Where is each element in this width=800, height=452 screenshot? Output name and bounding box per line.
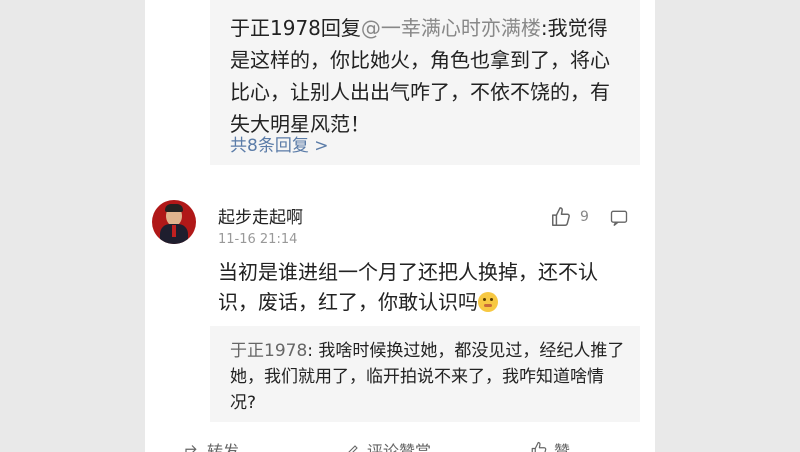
like-button[interactable]: 9 <box>550 206 589 228</box>
comment-panel: 于正1978回复@一幸满心时亦满楼:我觉得是这样的，你比她火，角色也拿到了，将心… <box>145 0 655 452</box>
comment-username[interactable]: 起步走起啊 <box>218 203 303 228</box>
thumbs-up-icon <box>531 441 547 452</box>
forward-button[interactable]: 转发 <box>183 438 239 452</box>
avatar[interactable] <box>152 200 196 244</box>
reply-author[interactable]: 于正1978 <box>230 341 307 361</box>
like-action-button[interactable]: 赞 <box>530 438 570 452</box>
quoted-reply-text: 于正1978回复@一幸满心时亦满楼:我觉得是这样的，你比她火，角色也拿到了，将心… <box>230 12 625 140</box>
comment-body: 当初是谁进组一个月了还把人换掉，还不认识，废话，红了，你敢认识吗 <box>218 257 628 317</box>
more-replies-link[interactable]: 共8条回复 > <box>230 131 328 156</box>
reply-box[interactable]: 于正1978: 我啥时候换过她，都没见过，经纪人推了她，我们就用了，临开拍说不来… <box>210 326 640 422</box>
quoted-reply-box[interactable]: 于正1978回复@一幸满心时亦满楼:我觉得是这样的，你比她火，角色也拿到了，将心… <box>210 0 640 165</box>
forward-icon <box>185 445 197 452</box>
mention-link[interactable]: @一幸满心时亦满楼 <box>361 16 541 40</box>
thumbs-up-icon <box>552 207 570 226</box>
reply-text: 于正1978: 我啥时候换过她，都没见过，经纪人推了她，我们就用了，临开拍说不来… <box>230 338 625 416</box>
comment-icon[interactable] <box>609 208 629 228</box>
comment-timestamp: 11-16 21:14 <box>218 232 298 247</box>
reply-word: 回复 <box>320 16 361 40</box>
like-action-label: 赞 <box>554 442 571 452</box>
comment-text: 当初是谁进组一个月了还把人换掉，还不认识，废话，红了，你敢认识吗 <box>218 260 598 314</box>
emoji-icon <box>478 292 498 312</box>
comment-action-button[interactable]: 评论赞赏 <box>345 438 431 452</box>
action-bar: 转发 评论赞赏 赞 <box>145 434 655 452</box>
edit-icon <box>348 445 358 452</box>
quoted-reply-author[interactable]: 于正1978 <box>230 16 321 40</box>
comment-action-label: 评论赞赏 <box>367 442 432 452</box>
like-count: 9 <box>580 209 589 225</box>
forward-label: 转发 <box>207 442 240 452</box>
